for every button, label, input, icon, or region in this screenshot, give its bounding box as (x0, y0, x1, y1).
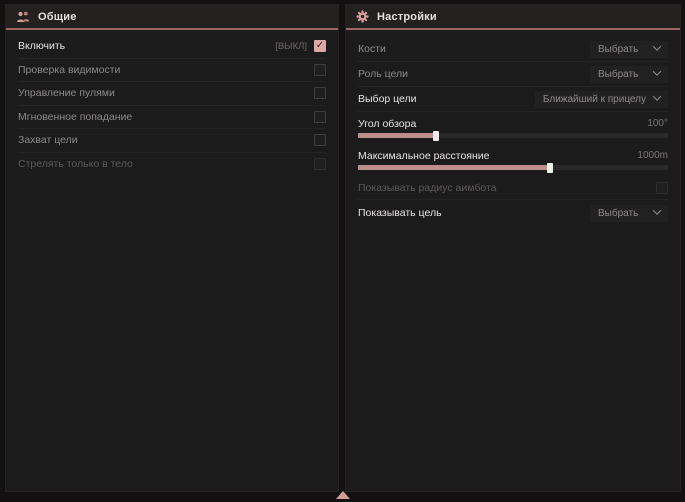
show-radius-checkbox[interactable] (656, 182, 668, 194)
visibility-checkbox[interactable] (314, 64, 326, 76)
row-show-radius[interactable]: Показывать радиус аимбота (358, 176, 668, 200)
row-body-only[interactable]: Стрелять только в тело (18, 153, 326, 177)
max-distance-value: 1000m (637, 150, 668, 161)
row-enable-label: Включить (18, 40, 65, 52)
chevron-down-icon (653, 92, 661, 100)
chevron-down-icon (653, 42, 661, 50)
fov-label: Угол обзора (358, 118, 416, 130)
users-icon (16, 11, 30, 23)
row-target-lock[interactable]: Захват цели (18, 129, 326, 153)
instant-hit-checkbox[interactable] (314, 111, 326, 123)
row-show-target-label: Показывать цель (358, 207, 442, 219)
row-bones[interactable]: Кости Выбрать (358, 37, 668, 62)
row-target-lock-label: Захват цели (18, 134, 78, 146)
gear-icon (356, 10, 369, 23)
enable-checkbox[interactable]: ✓ (314, 40, 326, 52)
fov-slider-fill (358, 133, 436, 138)
body-only-checkbox[interactable] (314, 158, 326, 170)
bullet-control-checkbox[interactable] (314, 87, 326, 99)
row-visibility-check[interactable]: Проверка видимости (18, 59, 326, 83)
panel-general-body: Включить [ВЫКЛ] ✓ Проверка видимости Упр… (6, 30, 338, 491)
row-show-target[interactable]: Показывать цель Выбрать (358, 200, 668, 226)
show-target-dropdown[interactable]: Выбрать (590, 205, 668, 222)
show-target-dropdown-value: Выбрать (598, 208, 638, 219)
target-role-dropdown-value: Выбрать (598, 69, 638, 80)
max-distance-label: Максимальное расстояние (358, 150, 489, 162)
row-enable-hotkey: [ВЫКЛ] (275, 41, 307, 52)
target-role-dropdown[interactable]: Выбрать (590, 66, 668, 83)
panel-general: Общие Включить [ВЫКЛ] ✓ Проверка видимос… (5, 4, 339, 492)
row-instant-hit[interactable]: Мгновенное попадание (18, 106, 326, 130)
max-distance-slider[interactable] (358, 165, 668, 170)
panel-settings-title: Настройки (377, 11, 437, 23)
panel-settings-header: Настройки (346, 5, 680, 28)
row-bullet-control[interactable]: Управление пулями (18, 82, 326, 106)
row-instant-hit-label: Мгновенное попадание (18, 111, 132, 123)
row-target-role-label: Роль цели (358, 68, 408, 80)
target-lock-checkbox[interactable] (314, 134, 326, 146)
panel-settings-body: Кости Выбрать Роль цели Выбрать Выбор це… (346, 30, 680, 491)
row-visibility-label: Проверка видимости (18, 64, 120, 76)
bones-dropdown-value: Выбрать (598, 44, 638, 55)
row-show-radius-label: Показывать радиус аимбота (358, 182, 497, 194)
row-enable[interactable]: Включить [ВЫКЛ] ✓ (18, 35, 326, 59)
panel-settings: Настройки Кости Выбрать Роль цели Выбрат… (345, 4, 681, 492)
max-distance-slider-fill (358, 165, 550, 170)
target-select-dropdown[interactable]: Ближайший к прицелу (535, 91, 668, 108)
row-target-select[interactable]: Выбор цели Ближайший к прицелу (358, 87, 668, 112)
panel-general-title: Общие (38, 11, 77, 23)
check-icon: ✓ (316, 41, 324, 51)
scroll-up-indicator[interactable] (336, 491, 350, 499)
fov-value: 100° (647, 118, 668, 129)
fov-group: Угол обзора 100° (358, 114, 668, 138)
bones-dropdown[interactable]: Выбрать (590, 41, 668, 58)
max-distance-slider-thumb[interactable] (547, 163, 553, 173)
row-bullet-control-label: Управление пулями (18, 87, 115, 99)
row-bones-label: Кости (358, 43, 386, 55)
panel-general-header: Общие (6, 5, 338, 28)
chevron-down-icon (653, 206, 661, 214)
target-select-dropdown-value: Ближайший к прицелу (543, 94, 646, 105)
row-body-only-label: Стрелять только в тело (18, 158, 133, 170)
max-distance-group: Максимальное расстояние 1000m (358, 146, 668, 170)
row-target-role[interactable]: Роль цели Выбрать (358, 62, 668, 87)
fov-slider-thumb[interactable] (433, 131, 439, 141)
fov-slider[interactable] (358, 133, 668, 138)
row-target-select-label: Выбор цели (358, 93, 417, 105)
chevron-down-icon (653, 67, 661, 75)
